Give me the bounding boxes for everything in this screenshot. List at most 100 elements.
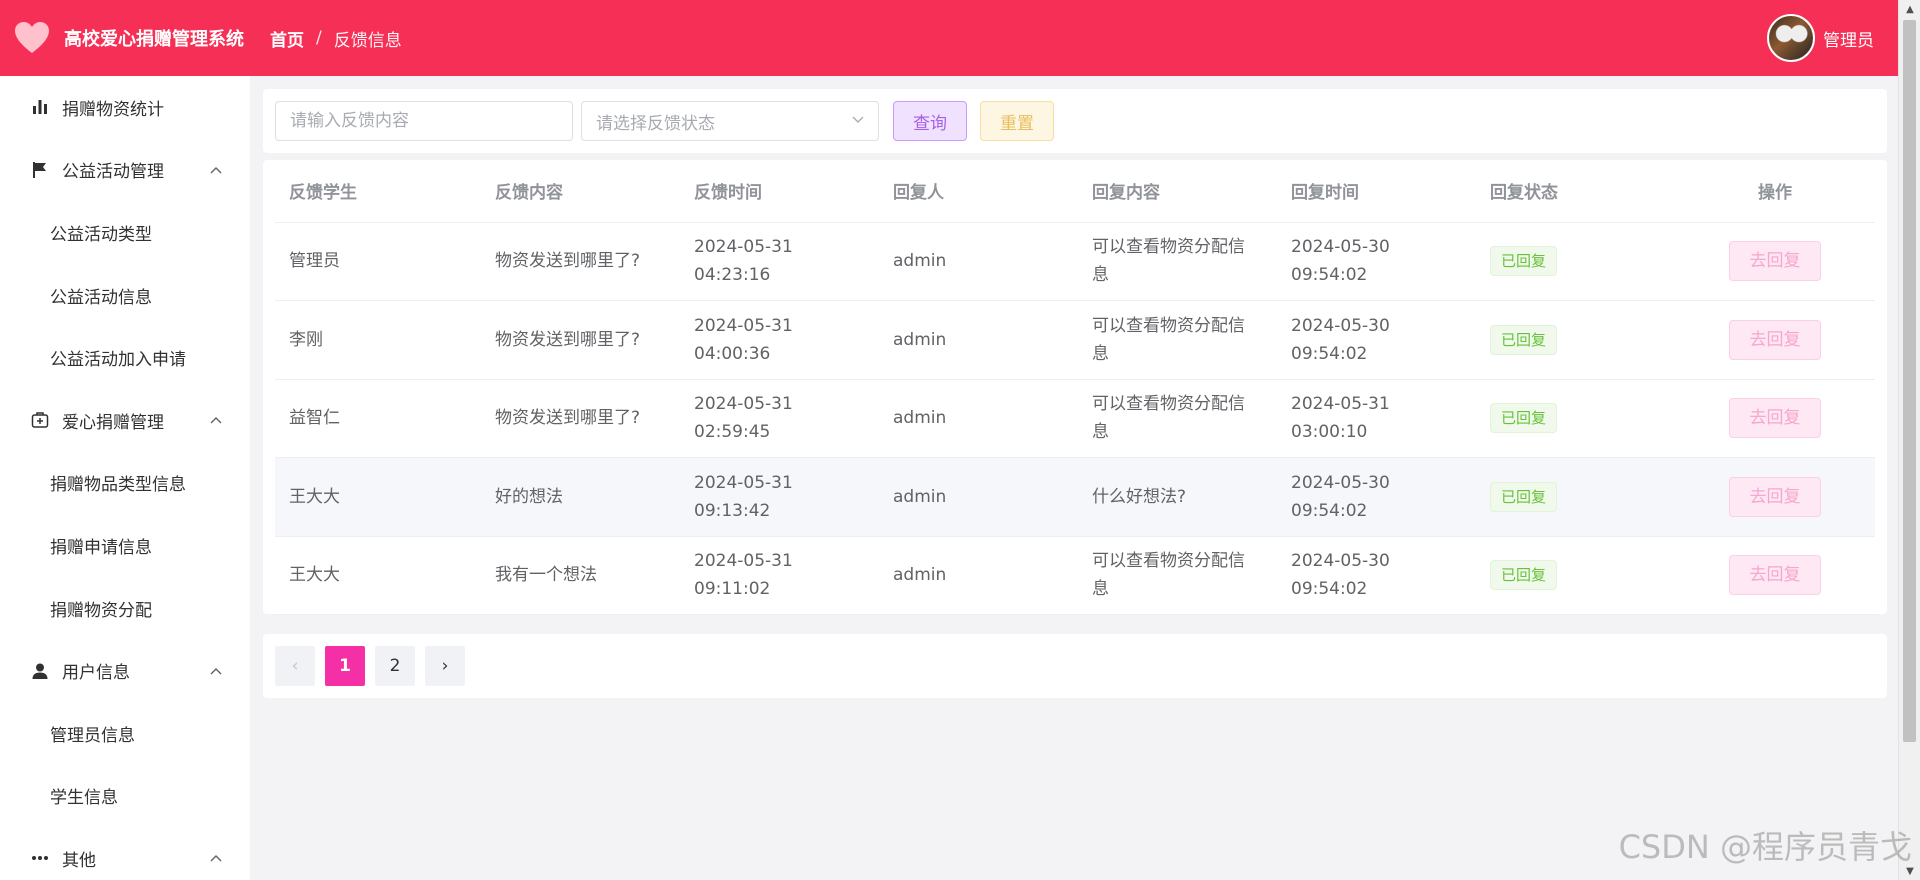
sidebar-item-donation-item-types[interactable]: 捐赠物品类型信息	[0, 452, 250, 515]
table-row: 益智仁 物资发送到哪里了? 2024-05-31 02:59:45 admin …	[275, 379, 1875, 458]
cell-status: 已回复	[1476, 536, 1675, 615]
column-header: 回复时间	[1277, 160, 1476, 223]
table-row: 管理员 物资发送到哪里了? 2024-05-31 04:23:16 admin …	[275, 222, 1875, 301]
table-row: 王大大 我有一个想法 2024-05-31 09:11:02 admin 可以查…	[275, 536, 1875, 615]
cell-reply-time: 2024-05-30 09:54:02	[1277, 457, 1476, 537]
next-page-icon[interactable]: ›	[425, 646, 465, 686]
sidebar-item-student-info[interactable]: 学生信息	[0, 765, 250, 828]
bar-chart-icon	[30, 97, 50, 117]
sidebar-item-label: 公益活动信息	[50, 287, 152, 308]
cell-status: 已回复	[1476, 457, 1675, 537]
sidebar-item-activity-info[interactable]: 公益活动信息	[0, 264, 250, 327]
heart-logo-icon	[15, 22, 49, 53]
sidebar-item-donation-allocation[interactable]: 捐赠物资分配	[0, 577, 250, 640]
sidebar-item-label: 学生信息	[50, 788, 118, 809]
breadcrumb-home[interactable]: 首页	[270, 26, 304, 51]
cell-action: 去回复	[1675, 457, 1875, 537]
sidebar-item-label: 公益活动加入申请	[50, 350, 186, 371]
chevron-up-icon	[210, 417, 222, 424]
go-reply-button[interactable]: 去回复	[1729, 241, 1821, 282]
scroll-thumb[interactable]	[1903, 20, 1916, 742]
sidebar: 捐赠物资统计 公益活动管理 公益活动类型 公益活动信息 公益活动加入申请 爱心捐…	[0, 76, 250, 880]
sidebar-item-activity-types[interactable]: 公益活动类型	[0, 201, 250, 264]
pagination: ‹ 1 2 ›	[263, 634, 1887, 698]
page-number-1[interactable]: 1	[325, 646, 365, 686]
chevron-up-icon	[210, 855, 222, 862]
avatar[interactable]	[1767, 14, 1815, 62]
reset-button[interactable]: 重置	[980, 101, 1054, 141]
user-name[interactable]: 管理员	[1823, 26, 1874, 51]
feedback-status-select[interactable]: 请选择反馈状态	[581, 101, 879, 141]
column-header: 反馈学生	[275, 160, 481, 223]
cell-status: 已回复	[1476, 379, 1675, 458]
status-badge: 已回复	[1490, 246, 1558, 277]
page-number-2[interactable]: 2	[375, 646, 415, 686]
status-badge: 已回复	[1490, 324, 1558, 355]
sidebar-item-activity-join-requests[interactable]: 公益活动加入申请	[0, 326, 250, 389]
sidebar-item-donation-stats[interactable]: 捐赠物资统计	[0, 76, 250, 139]
flag-icon	[30, 160, 50, 180]
sidebar-item-label: 捐赠物资分配	[50, 600, 152, 621]
cell-student: 王大大	[275, 457, 481, 537]
status-badge: 已回复	[1490, 481, 1558, 512]
sidebar-item-label: 公益活动管理	[62, 162, 164, 183]
cell-content: 物资发送到哪里了?	[481, 222, 680, 301]
sidebar-item-label: 捐赠申请信息	[50, 537, 152, 558]
go-reply-button[interactable]: 去回复	[1729, 555, 1821, 596]
status-badge: 已回复	[1490, 560, 1558, 591]
sidebar-item-user-info[interactable]: 用户信息	[0, 639, 250, 702]
cell-reply: 可以查看物资分配信息	[1078, 379, 1277, 458]
cell-replier: admin	[879, 536, 1078, 615]
column-header: 回复内容	[1078, 160, 1277, 223]
cell-action: 去回复	[1675, 300, 1875, 380]
sidebar-item-other[interactable]: 其他	[0, 827, 250, 880]
cell-reply-time: 2024-05-30 09:54:02	[1277, 222, 1476, 301]
cell-replier: admin	[879, 222, 1078, 301]
breadcrumb-current: 反馈信息	[333, 30, 402, 51]
watermark: CSDN @程序员青戈	[1618, 828, 1912, 866]
search-bar: 请选择反馈状态 查询 重置	[263, 89, 1887, 153]
scroll-up-arrow-icon[interactable]: ▲	[1899, 0, 1920, 18]
cell-student: 益智仁	[275, 379, 481, 458]
chevron-up-icon	[210, 166, 222, 174]
breadcrumb: 首页 / 反馈信息	[270, 26, 402, 51]
cell-reply: 可以查看物资分配信息	[1078, 222, 1277, 301]
sidebar-item-label: 捐赠物资统计	[62, 99, 164, 120]
sidebar-item-donation-mgmt[interactable]: 爱心捐赠管理	[0, 389, 250, 452]
cell-reply-time: 2024-05-30 09:54:02	[1277, 536, 1476, 615]
prev-page-icon[interactable]: ‹	[275, 646, 315, 686]
cell-time: 2024-05-31 04:00:36	[680, 300, 879, 380]
go-reply-button[interactable]: 去回复	[1729, 476, 1821, 517]
cell-time: 2024-05-31 09:13:42	[680, 457, 879, 537]
feedback-table-card: 反馈学生 反馈内容 反馈时间 回复人 回复内容 回复时间 回复状态 操作 管理员…	[263, 160, 1887, 615]
query-button[interactable]: 查询	[893, 101, 967, 141]
sidebar-item-admin-info[interactable]: 管理员信息	[0, 702, 250, 765]
select-placeholder: 请选择反馈状态	[596, 113, 715, 134]
feedback-content-input[interactable]	[275, 101, 573, 141]
table-row: 李刚 物资发送到哪里了? 2024-05-31 04:00:36 admin 可…	[275, 300, 1875, 380]
cell-action: 去回复	[1675, 536, 1875, 615]
sidebar-item-charity-activity-mgmt[interactable]: 公益活动管理	[0, 139, 250, 202]
go-reply-button[interactable]: 去回复	[1729, 319, 1821, 360]
cell-reply: 可以查看物资分配信息	[1078, 536, 1277, 615]
column-header: 操作	[1675, 160, 1875, 223]
column-header: 回复人	[879, 160, 1078, 223]
cell-replier: admin	[879, 300, 1078, 380]
sidebar-item-donation-requests[interactable]: 捐赠申请信息	[0, 514, 250, 577]
go-reply-button[interactable]: 去回复	[1729, 398, 1821, 439]
cell-content: 好的想法	[481, 457, 680, 537]
cell-content: 物资发送到哪里了?	[481, 300, 680, 380]
chevron-down-icon	[852, 116, 864, 123]
column-header: 回复状态	[1476, 160, 1675, 223]
cell-status: 已回复	[1476, 222, 1675, 301]
cell-student: 李刚	[275, 300, 481, 380]
sidebar-item-label: 公益活动类型	[50, 224, 152, 245]
table-header-row: 反馈学生 反馈内容 反馈时间 回复人 回复内容 回复时间 回复状态 操作	[275, 160, 1875, 223]
sidebar-item-label: 捐赠物品类型信息	[50, 475, 186, 496]
more-dots-icon	[30, 848, 50, 868]
page-scrollbar[interactable]: ▲ ▼	[1898, 0, 1920, 880]
sidebar-item-label: 其他	[62, 850, 96, 871]
user-menu[interactable]: 管理员	[1767, 14, 1874, 62]
column-header: 反馈时间	[680, 160, 879, 223]
first-aid-kit-icon	[30, 410, 50, 430]
